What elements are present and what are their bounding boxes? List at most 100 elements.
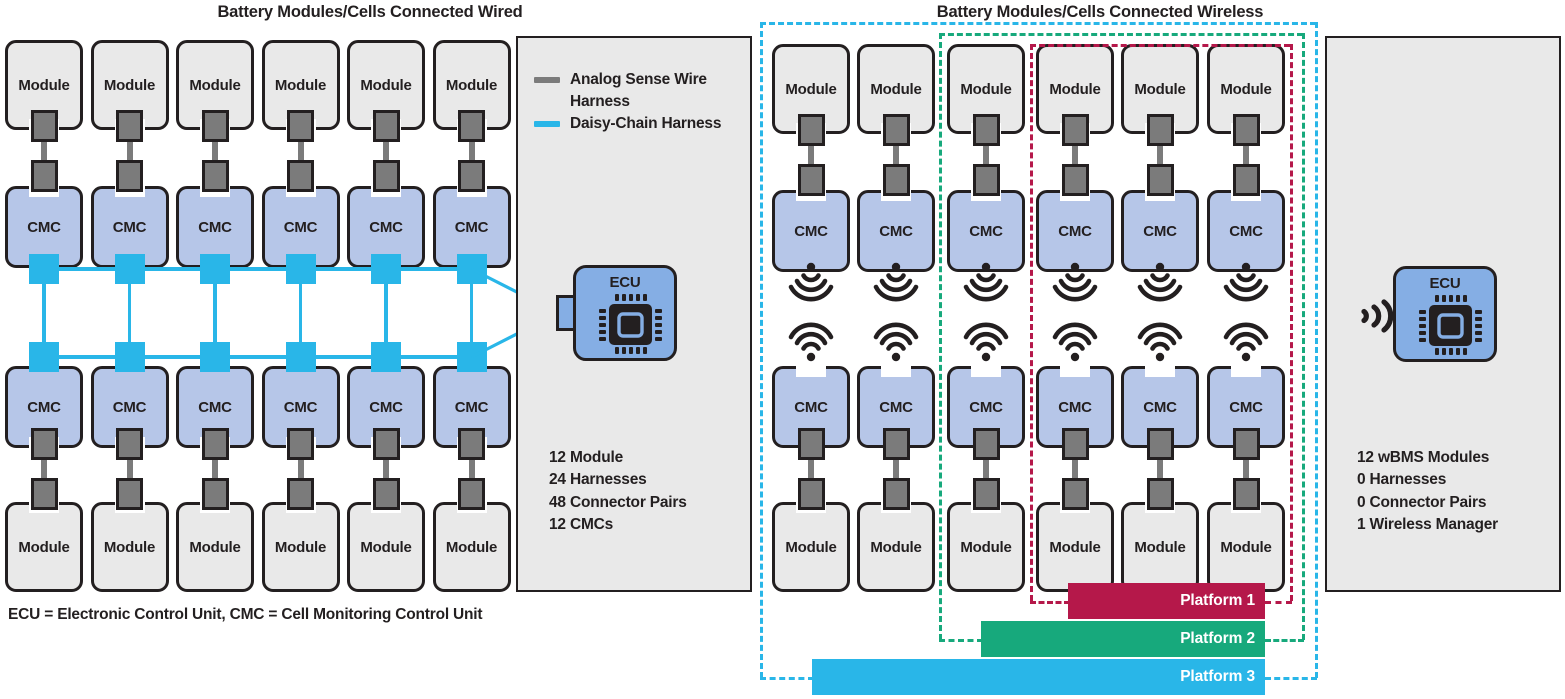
connector-wire [212, 142, 218, 160]
cmc-box: CMC [1121, 190, 1199, 272]
connector-block [201, 110, 229, 142]
cmc-box: CMC [1207, 190, 1285, 272]
cmc-label: CMC [1229, 398, 1263, 416]
connector-block [882, 428, 910, 460]
module-label: Module [360, 538, 412, 556]
cmc-label: CMC [969, 398, 1003, 416]
daisy-chain-connector [200, 342, 230, 372]
cmc-label: CMC [198, 398, 232, 416]
module-label: Module [189, 76, 241, 94]
daisy-chain-connector [114, 254, 145, 284]
box-notch [1231, 364, 1261, 377]
legend-label-daisy-chain: Daisy-Chain Harness [570, 115, 722, 132]
connector-block [201, 160, 229, 192]
connector-block [972, 114, 1000, 146]
antenna-signal-down-icon [788, 262, 834, 302]
platform1-boundary-left [1030, 44, 1033, 601]
connector-block [797, 478, 825, 510]
module-label: Module [1220, 538, 1272, 556]
cmc-box: CMC [772, 190, 850, 272]
connector-block [1061, 478, 1089, 510]
module-label: Module [785, 538, 837, 556]
antenna-signal-down-icon [963, 262, 1009, 302]
platform1-connector-right [1265, 601, 1292, 604]
platform3-boundary-right [1315, 22, 1318, 678]
module-label: Module [870, 80, 922, 98]
module-box: Module [772, 502, 850, 592]
module-box: Module [432, 502, 511, 592]
microchip-icon [1419, 295, 1482, 355]
platform-bar-3[interactable]: Platform 3 [812, 659, 1265, 695]
connector-wire [126, 460, 133, 478]
module-box: Module [1207, 502, 1285, 592]
module-label: Module [1049, 80, 1101, 98]
cmc-label: CMC [879, 222, 913, 240]
module-label: Module [1220, 80, 1272, 98]
box-notch [881, 364, 911, 377]
wired-stat-line: 12 CMCs [549, 515, 614, 533]
connector-wire [983, 460, 989, 478]
connector-block [1146, 428, 1174, 460]
wired-section-title: Battery Modules/Cells Connected Wired [217, 3, 523, 21]
connector-block [1061, 428, 1089, 460]
wifi-signal-up-icon [963, 322, 1009, 362]
platform1-boundary-right [1290, 44, 1293, 601]
wireless-stats: 12 wBMS Modules 0 Harnesses 0 Connector … [1357, 447, 1557, 536]
connector-block [372, 428, 400, 460]
module-label: Module [1049, 538, 1101, 556]
wireless-stat-line: 1 Wireless Manager [1357, 515, 1498, 533]
wireless-broadcast-icon [1361, 299, 1397, 333]
platform-bar-1[interactable]: Platform 1 [1068, 583, 1265, 619]
box-notch [796, 364, 826, 377]
module-box: Module [1121, 502, 1199, 592]
module-label: Module [103, 538, 156, 556]
connector-block [972, 428, 1000, 460]
connector-block [1232, 428, 1260, 460]
cmc-label: CMC [369, 398, 403, 416]
connector-wire [468, 460, 475, 478]
connector-wire [1243, 146, 1249, 164]
module-box: Module [857, 502, 935, 592]
wifi-signal-up-icon [873, 322, 919, 362]
platform-bar-2-label: Platform 2 [1180, 630, 1255, 647]
connector-block [287, 478, 314, 510]
connector-block [116, 428, 143, 460]
module-box: Module [176, 502, 254, 592]
cmc-label: CMC [454, 398, 489, 416]
antenna-signal-down-icon [873, 262, 919, 302]
wireless-stat-line: 12 wBMS Modules [1357, 449, 1490, 466]
connector-block [458, 428, 485, 460]
cmc-label: CMC [1229, 222, 1263, 240]
acronym-footnote: ECU = Electronic Control Unit, CMC = Cel… [8, 606, 483, 623]
connector-block [372, 478, 400, 510]
legend-item-analog-sense: Analog Sense Wire Harness [534, 69, 744, 113]
module-label: Module [274, 76, 327, 94]
module-label: Module [274, 538, 327, 556]
cmc-label: CMC [1058, 398, 1092, 416]
connector-wire [468, 142, 475, 160]
connector-block [458, 160, 485, 192]
connector-wire [893, 460, 899, 478]
cmc-label: CMC [27, 398, 61, 416]
platform-bar-2[interactable]: Platform 2 [981, 621, 1265, 657]
daisy-chain-connector [285, 254, 316, 284]
connector-block [882, 114, 910, 146]
wifi-signal-up-icon [788, 322, 834, 362]
wired-stat-line: 24 Harnesses [549, 471, 647, 489]
connector-wire [297, 460, 304, 478]
module-label: Module [785, 80, 837, 98]
connector-block [116, 160, 143, 192]
connector-wire [126, 142, 133, 160]
connector-block [1061, 164, 1089, 196]
connector-block [1146, 478, 1174, 510]
module-box: Module [947, 502, 1025, 592]
platform3-boundary-top [760, 22, 1316, 25]
connector-wire [383, 142, 389, 160]
connector-wire [212, 460, 218, 478]
connector-block [972, 164, 1000, 196]
cmc-label: CMC [794, 222, 828, 240]
connector-wire [297, 142, 304, 160]
platform1-connector-left [1030, 601, 1070, 604]
connector-block [882, 164, 910, 196]
daisy-chain-bus-bottom [44, 355, 472, 359]
